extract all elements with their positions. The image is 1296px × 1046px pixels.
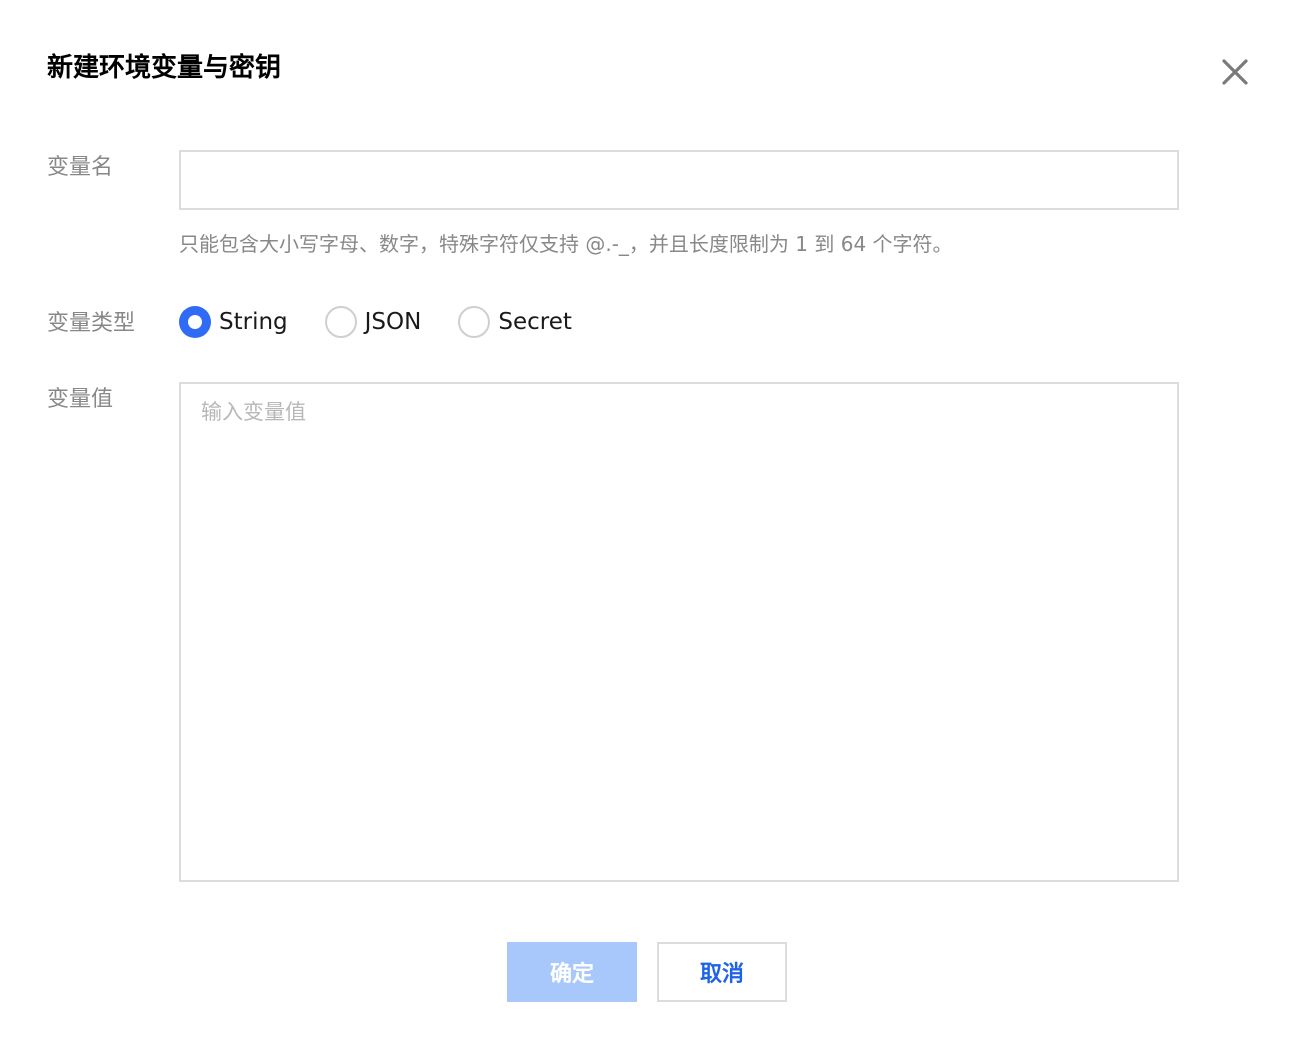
variable-name-input[interactable]	[179, 150, 1179, 210]
confirm-button[interactable]: 确定	[507, 942, 637, 1002]
radio-json-indicator[interactable]	[324, 306, 357, 338]
create-env-variable-dialog: 新建环境变量与密钥 变量名 只能包含大小写字母、数字，特殊字符仅支持 @.-_，…	[0, 0, 1296, 1046]
variable-value-label: 变量值	[47, 387, 114, 412]
radio-secret-label: Secret	[498, 309, 572, 335]
variable-value-textarea[interactable]	[179, 382, 1179, 882]
radio-string-indicator[interactable]	[179, 306, 211, 338]
close-button[interactable]	[1215, 52, 1255, 92]
radio-json-label: JSON	[364, 309, 422, 335]
variable-type-radio-group: String JSON Secret	[179, 306, 609, 338]
variable-name-hint: 只能包含大小写字母、数字，特殊字符仅支持 @.-_，并且长度限制为 1 到 64…	[179, 232, 953, 256]
variable-name-label: 变量名	[47, 155, 114, 180]
close-icon	[1222, 59, 1248, 85]
radio-option-secret[interactable]: Secret	[458, 306, 572, 338]
variable-type-label: 变量类型	[47, 311, 136, 336]
radio-string-label: String	[219, 309, 288, 335]
radio-option-string[interactable]: String	[179, 306, 288, 338]
dialog-title: 新建环境变量与密钥	[47, 53, 282, 83]
radio-secret-indicator[interactable]	[458, 306, 491, 338]
radio-option-json[interactable]: JSON	[324, 306, 422, 338]
cancel-button[interactable]: 取消	[657, 942, 787, 1002]
